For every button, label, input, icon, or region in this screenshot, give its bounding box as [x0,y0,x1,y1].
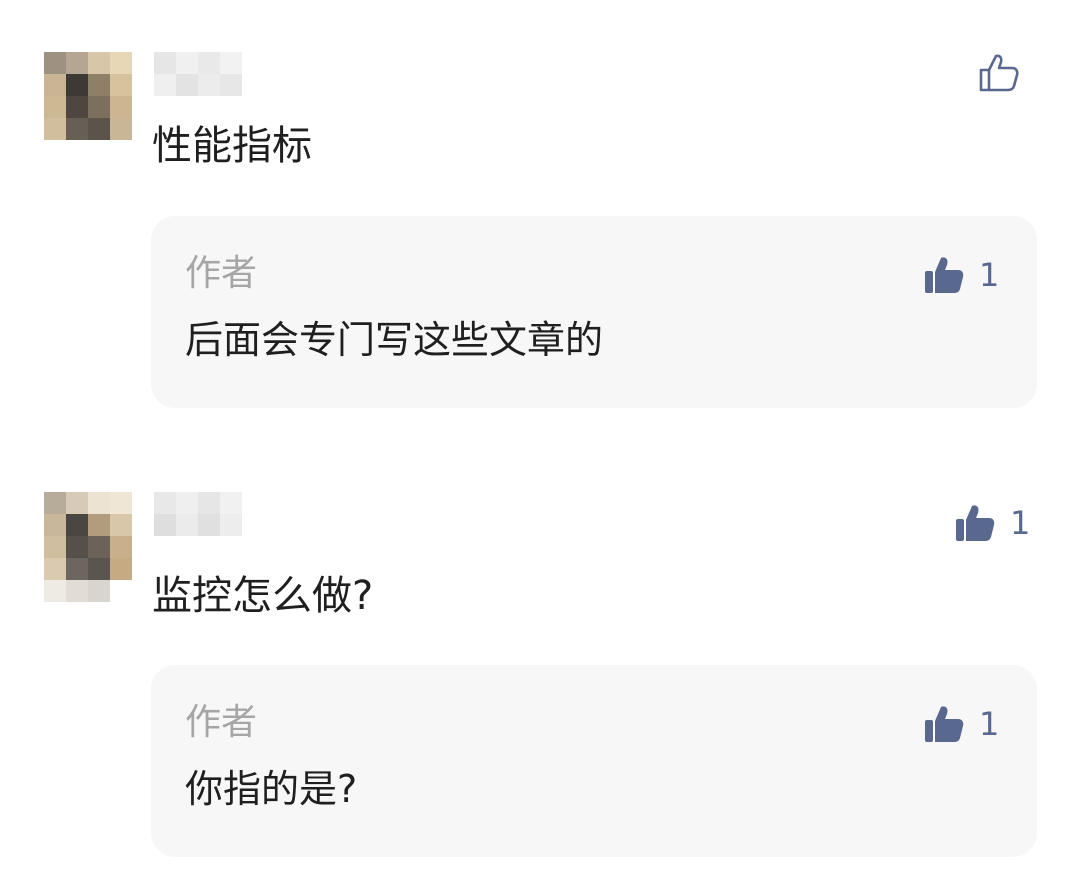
avatar[interactable] [44,492,132,602]
like-count: 1 [979,705,1000,743]
comment-like-button[interactable] [978,52,1034,94]
reply-author-label: 作者 [185,702,258,743]
reply-text: 你指的是? [185,767,358,811]
reply-text: 后面会专门写这些文章的 [185,318,604,362]
comment-text: 监控怎么做? [152,573,374,619]
comment-text: 性能指标 [152,123,312,169]
thumbs-up-filled-icon [954,502,996,544]
thumbs-up-outline-icon [978,52,1020,94]
avatar[interactable] [44,52,132,140]
comment-item: 性能指标 作者 后面会专门写这些文章的 1 [0,0,1080,420]
author-reply: 作者 你指的是? 1 [151,665,1037,857]
author-reply: 作者 后面会专门写这些文章的 1 [151,216,1037,408]
thumbs-up-filled-icon [923,703,965,745]
reply-author-label: 作者 [185,253,258,294]
username-blurred[interactable] [154,52,244,96]
reply-like-button[interactable]: 1 [923,254,999,296]
thumbs-up-filled-icon [923,254,965,296]
reply-like-button[interactable]: 1 [923,703,999,745]
username-blurred[interactable] [154,492,244,536]
like-count: 1 [1010,504,1031,542]
like-count: 1 [979,256,1000,294]
comment-item: 监控怎么做? 1 作者 你指的是? 1 [0,440,1080,895]
comment-like-button[interactable]: 1 [954,502,1030,544]
